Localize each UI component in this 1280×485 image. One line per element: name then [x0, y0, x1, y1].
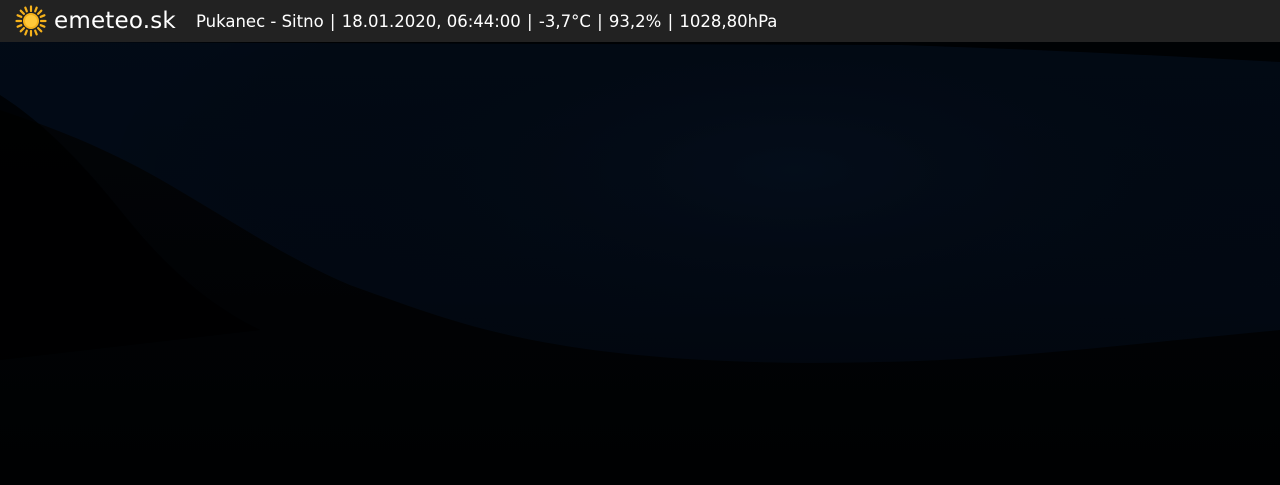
webcam-image [0, 0, 1280, 485]
brand-name: emeteo.sk [54, 8, 176, 34]
separator: | [662, 11, 679, 31]
station-readout: Pukanec - Sitno | 18.01.2020, 06:44:00 |… [196, 12, 777, 31]
station-location: Pukanec - Sitno [195, 11, 324, 31]
webcam-page: emeteo.sk Pukanec - Sitno | 18.01.2020, … [0, 0, 1280, 485]
separator: | [591, 11, 608, 31]
temperature-value: -3,7°C [538, 11, 591, 31]
observation-datetime: 18.01.2020, 06:44:00 [341, 11, 521, 31]
separator: | [324, 11, 341, 31]
humidity-value: 93,2% [608, 11, 662, 31]
pressure-value: 1028,80hPa [679, 11, 778, 31]
separator: | [521, 11, 538, 31]
info-bar: emeteo.sk Pukanec - Sitno | 18.01.2020, … [0, 0, 1280, 42]
sun-icon [15, 5, 47, 37]
emeteo-logo[interactable]: emeteo.sk [15, 5, 176, 37]
